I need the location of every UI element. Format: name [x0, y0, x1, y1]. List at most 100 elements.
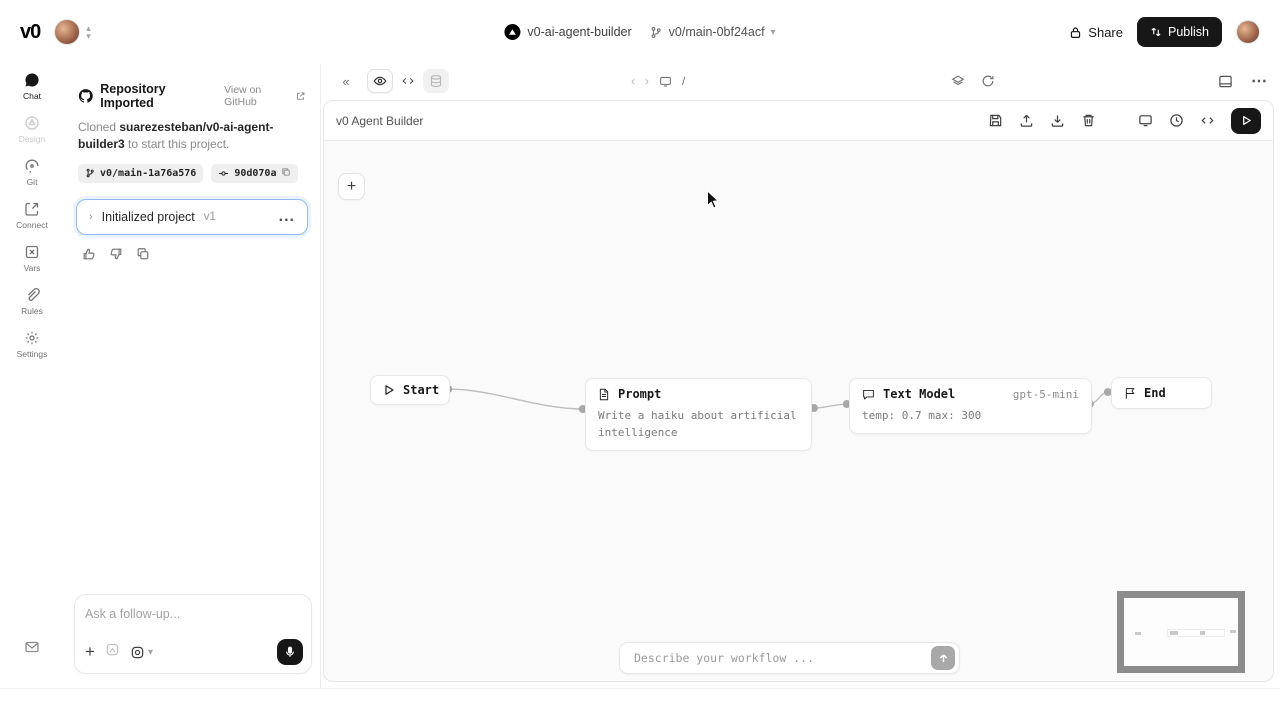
follow-up-input[interactable] — [85, 607, 301, 621]
left-rail: Chat Design Git Connect Vars Rules Setti… — [0, 64, 64, 688]
copy-icon[interactable] — [136, 247, 150, 261]
connect-icon — [24, 201, 40, 217]
arrow-up-icon — [938, 653, 949, 664]
agent-builder-header: v0 Agent Builder — [324, 101, 1273, 141]
more-icon[interactable]: ⋯ — [1251, 71, 1268, 91]
model-selector-icon — [130, 645, 145, 660]
mail-icon — [24, 639, 40, 655]
sidebar-item-git[interactable]: Git — [24, 158, 40, 187]
nav-back-icon[interactable]: ‹ — [631, 74, 635, 88]
vercel-icon — [504, 24, 520, 40]
save-icon[interactable] — [988, 113, 1003, 128]
more-menu-button[interactable]: ... — [279, 208, 295, 226]
feedback-row — [76, 247, 308, 261]
node-text-model[interactable]: Text Model gpt-5-mini temp: 0.7 max: 300 — [849, 378, 1092, 434]
account-switcher[interactable]: ▴▾ — [54, 19, 91, 45]
node-start[interactable]: Start — [370, 375, 450, 405]
refresh-icon[interactable] — [981, 74, 995, 88]
monitor-icon[interactable] — [1138, 113, 1153, 128]
layout-icon[interactable] — [1218, 74, 1233, 89]
add-node-button[interactable]: + — [338, 173, 365, 200]
branch-badge[interactable]: v0/main-1a76a576 — [78, 164, 203, 183]
layers-icon[interactable] — [951, 74, 965, 88]
monitor-icon[interactable] — [659, 75, 672, 88]
preview-panel: « ‹ › / ⋯ v0 Agent Buil — [320, 64, 1280, 688]
repo-card-title: Repository Imported — [100, 82, 217, 110]
download-icon[interactable] — [1050, 113, 1065, 128]
commit-badge[interactable]: 90d070a — [211, 164, 298, 183]
vars-icon — [24, 244, 40, 260]
footer-band — [0, 688, 1280, 720]
send-workflow-button[interactable] — [931, 646, 955, 670]
code-icon[interactable] — [1200, 113, 1215, 128]
share-button[interactable]: Share — [1069, 25, 1123, 40]
code-view-button[interactable] — [395, 69, 421, 93]
view-on-github-link[interactable]: View on GitHub — [224, 84, 306, 108]
describe-workflow-input[interactable] — [634, 651, 931, 665]
mic-button[interactable] — [277, 639, 303, 665]
project-name: v0-ai-agent-builder — [527, 25, 631, 39]
plus-icon[interactable]: + — [85, 645, 95, 659]
user-avatar[interactable] — [1236, 20, 1260, 44]
sidebar-item-vars[interactable]: Vars — [24, 244, 41, 273]
project-selector[interactable]: v0-ai-agent-builder — [504, 24, 631, 40]
node-prompt[interactable]: Prompt Write a haiku about artificial in… — [585, 378, 812, 451]
task-initialized-project[interactable]: › Initialized project v1 ... — [76, 199, 308, 235]
prompt-text: Write a haiku about artificial intellige… — [586, 407, 811, 450]
mic-icon — [284, 646, 296, 658]
panel-window-actions: ⋯ — [1218, 71, 1268, 91]
sidebar-item-connect[interactable]: Connect — [16, 201, 48, 230]
message-icon — [862, 388, 875, 401]
trash-icon[interactable] — [1081, 113, 1096, 128]
chat-panel: Repository Imported View on GitHub Clone… — [64, 64, 320, 688]
upload-icon[interactable] — [1019, 113, 1034, 128]
chevron-updown-icon: ▴▾ — [86, 24, 91, 40]
branch-selector[interactable]: v0/main-0bf24acf ▾ — [650, 25, 776, 39]
sidebar-item-chat[interactable]: Chat — [23, 72, 41, 101]
chevron-right-icon: › — [89, 211, 93, 223]
address-bar: ‹ › / — [631, 74, 685, 88]
thumbs-down-icon[interactable] — [109, 247, 123, 261]
address-actions — [951, 74, 995, 88]
run-workflow-button[interactable] — [1231, 108, 1261, 134]
attachment-icon[interactable] — [105, 642, 120, 662]
publish-button[interactable]: Publish — [1137, 17, 1222, 47]
history-icon[interactable] — [1169, 113, 1184, 128]
url-path[interactable]: / — [682, 74, 685, 88]
sidebar-item-settings[interactable]: Settings — [17, 330, 48, 359]
database-icon — [429, 74, 443, 88]
thumbs-up-icon[interactable] — [82, 247, 96, 261]
v0-app-window: v0 ▴▾ v0-ai-agent-builder v0/main-0bf24a… — [0, 0, 1280, 720]
github-icon — [78, 88, 93, 104]
sidebar-item-design[interactable]: Design — [19, 115, 45, 144]
preview-toolbar: « ‹ › / ⋯ — [321, 64, 1280, 98]
top-bar: v0 ▴▾ v0-ai-agent-builder v0/main-0bf24a… — [0, 0, 1280, 64]
design-icon — [24, 115, 40, 131]
play-icon — [1241, 115, 1252, 126]
eye-preview-button[interactable] — [367, 69, 393, 93]
avatar[interactable] — [54, 19, 80, 45]
node-end[interactable]: End — [1111, 377, 1212, 409]
model-name: gpt-5-mini — [1013, 388, 1079, 401]
model-selector[interactable]: ▾ — [130, 645, 153, 660]
collapse-panel-button[interactable]: « — [333, 69, 359, 93]
rules-icon — [24, 287, 40, 303]
minimap[interactable] — [1117, 591, 1245, 673]
sidebar-item-rules[interactable]: Rules — [21, 287, 43, 316]
data-view-button[interactable] — [423, 69, 449, 93]
chat-composer: + ▾ — [74, 594, 312, 674]
publish-icon — [1150, 26, 1162, 38]
external-link-icon — [296, 91, 306, 101]
repo-card-body: Cloned suarezesteban/v0-ai-agent-builder… — [78, 119, 306, 154]
workflow-prompt-bar — [619, 642, 960, 674]
lock-icon — [1069, 26, 1082, 39]
copy-icon[interactable] — [281, 167, 291, 180]
feedback-mail-button[interactable] — [24, 639, 40, 660]
v0-logo: v0 — [20, 21, 40, 44]
commit-icon — [218, 168, 229, 179]
workflow-canvas[interactable]: + Start — [324, 141, 1273, 681]
agent-builder-title: v0 Agent Builder — [336, 114, 423, 128]
nav-forward-icon[interactable]: › — [645, 74, 649, 88]
branch-name: v0/main-0bf24acf — [669, 25, 765, 39]
chevron-down-icon: ▾ — [771, 27, 776, 38]
